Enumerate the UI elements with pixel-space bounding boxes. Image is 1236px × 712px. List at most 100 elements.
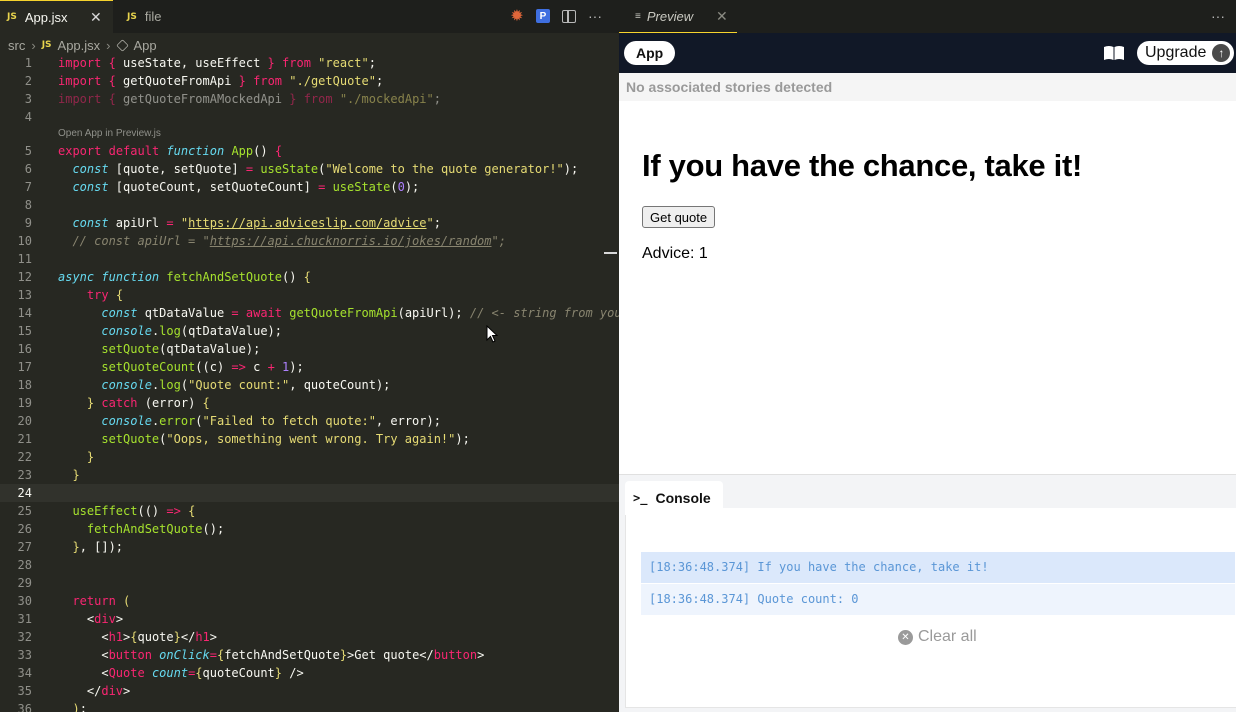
console-tab-label: Console (655, 490, 711, 506)
more-actions-icon[interactable]: ··· (588, 8, 602, 24)
line-number: 8 (24, 198, 32, 212)
code-line-18: console.log("Quote count:", quoteCount); (101, 378, 391, 392)
clear-x-icon: ✕ (898, 629, 913, 645)
chevron-right-icon: › (31, 37, 36, 53)
line-number: 26 (17, 522, 32, 536)
app-component-pill[interactable]: App (624, 41, 676, 65)
line-number: 36 (17, 702, 32, 712)
upgrade-label: Upgrade (1145, 44, 1207, 61)
code-line-15: console.log(qtDataValue); (101, 324, 283, 338)
line-number: 34 (17, 666, 32, 680)
breadcrumb-symbol[interactable]: App (134, 38, 157, 53)
tab-label: App.jsx (24, 9, 68, 25)
code-editor[interactable]: JS App.jsx ✕ JS file ✹ P ··· src › JS Ap… (0, 0, 619, 712)
js-file-icon: JS (7, 12, 17, 22)
code-line-22: } (86, 450, 95, 464)
line-number: 1 (24, 56, 32, 70)
preview-pane: ≡ Preview ✕ ··· App Upgrade ↑ No associa… (619, 0, 1236, 712)
upgrade-button[interactable]: Upgrade ↑ (1137, 41, 1235, 65)
tab-label: file (144, 9, 162, 24)
line-number: 21 (17, 432, 32, 446)
line-number: 12 (17, 270, 32, 284)
code-line-1: import { useState, useEffect } from "rea… (58, 56, 376, 70)
line-number: 18 (17, 378, 32, 392)
line-number: 35 (17, 684, 32, 698)
mouse-cursor-icon (486, 325, 499, 343)
editor-tab-bar: JS App.jsx ✕ JS file ✹ P ··· (0, 0, 619, 33)
line-number: 23 (17, 468, 32, 482)
clear-all-label: Clear all (918, 628, 977, 645)
code-line-12: async function fetchAndSetQuote() { (58, 270, 311, 284)
tab-preview[interactable]: ≡ Preview ✕ (619, 0, 737, 33)
breadcrumb-file[interactable]: App.jsx (58, 38, 101, 53)
line-number: 15 (17, 324, 32, 338)
tab-app-jsx[interactable]: JS App.jsx ✕ (0, 0, 113, 33)
close-icon[interactable]: ✕ (90, 9, 102, 26)
more-actions-icon[interactable]: ··· (1211, 8, 1225, 24)
line-number: 6 (24, 162, 32, 176)
get-quote-button[interactable]: Get quote (642, 206, 716, 228)
quote-heading: If you have the chance, take it! (642, 148, 1083, 183)
line-number: 20 (17, 414, 32, 428)
code-line-20: console.error("Failed to fetch quote:", … (101, 414, 441, 428)
tab-label: Preview (646, 8, 694, 24)
code-line-34: <Quote count={quoteCount} /> (58, 666, 304, 680)
scroll-indicator[interactable] (604, 252, 617, 254)
code-line-7: const [quoteCount, setQuoteCount] = useS… (72, 180, 420, 194)
console-body: [18:36:48.374] If you have the chance, t… (625, 508, 1236, 708)
js-file-icon: JS (41, 40, 52, 50)
code-line-9: const apiUrl = "https://api.adviceslip.c… (72, 216, 441, 230)
console-log-entry: [18:36:48.374] Quote count: 0 (641, 584, 1235, 615)
code-area[interactable]: 1 import { useState, useEffect } from "re… (0, 54, 619, 712)
line-number: 33 (17, 648, 32, 662)
code-line-23: } (72, 468, 80, 482)
tab-console[interactable]: >_ Console (625, 481, 723, 515)
code-line-32: <h1>{quote}</h1> (58, 630, 217, 644)
code-line-2: import { getQuoteFromApi } from "./getQu… (58, 74, 384, 88)
p-extension-icon[interactable]: P (536, 9, 550, 23)
line-number: 19 (17, 396, 32, 410)
line-number: 16 (17, 342, 32, 356)
code-line-26: fetchAndSetQuote(); (86, 522, 225, 536)
advice-count: Advice: 1 (642, 245, 708, 262)
code-line-25: useEffect(() => { (72, 504, 196, 518)
code-line-3: import { getQuoteFromAMockedApi } from "… (58, 92, 441, 106)
line-number: 27 (17, 540, 32, 554)
breadcrumb-folder[interactable]: src (8, 38, 25, 53)
terminal-icon: >_ (633, 491, 648, 505)
line-number: 17 (17, 360, 32, 374)
line-number: 11 (17, 252, 32, 266)
tab-file[interactable]: JS file (127, 0, 161, 33)
clear-all-button[interactable]: ✕ Clear all (898, 628, 977, 646)
console-panel: [18:36:48.374] If you have the chance, t… (619, 474, 1236, 712)
line-number: 22 (17, 450, 32, 464)
split-editor-icon[interactable] (562, 10, 576, 23)
code-line-16: setQuote(qtDataValue); (101, 342, 261, 356)
arrow-up-icon: ↑ (1212, 44, 1231, 62)
line-number: 28 (17, 558, 32, 572)
component-icon (115, 38, 129, 52)
line-number: 25 (17, 504, 32, 518)
line-number: 32 (17, 630, 32, 644)
line-number: 5 (24, 144, 32, 158)
codelens-open-preview[interactable]: Open App in Preview.js (58, 126, 161, 142)
stories-notice: No associated stories detected (619, 73, 1236, 101)
sparkle-icon[interactable]: ✹ (509, 8, 525, 25)
code-line-30: return ( (72, 594, 131, 608)
code-line-10: // const apiUrl = "https://api.chucknorr… (72, 234, 506, 248)
line-number: 31 (17, 612, 32, 626)
preview-lines-icon: ≡ (635, 10, 641, 22)
line-number: 2 (24, 74, 32, 88)
code-line-36: ); (72, 702, 87, 712)
close-icon[interactable]: ✕ (716, 8, 728, 25)
code-line-35: </div> (58, 684, 131, 698)
book-icon[interactable] (1103, 45, 1125, 61)
console-log-entry: [18:36:48.374] If you have the chance, t… (641, 552, 1235, 583)
code-line-19: } catch (error) { (86, 396, 210, 410)
breadcrumb: src › JS App.jsx › App (8, 36, 157, 54)
code-line-27: }, []); (72, 540, 124, 554)
preview-tab-bar: ≡ Preview ✕ ··· (619, 0, 1236, 33)
code-line-31: <div> (58, 612, 124, 626)
line-number: 4 (24, 110, 32, 124)
code-line-21: setQuote("Oops, something went wrong. Tr… (101, 432, 470, 446)
